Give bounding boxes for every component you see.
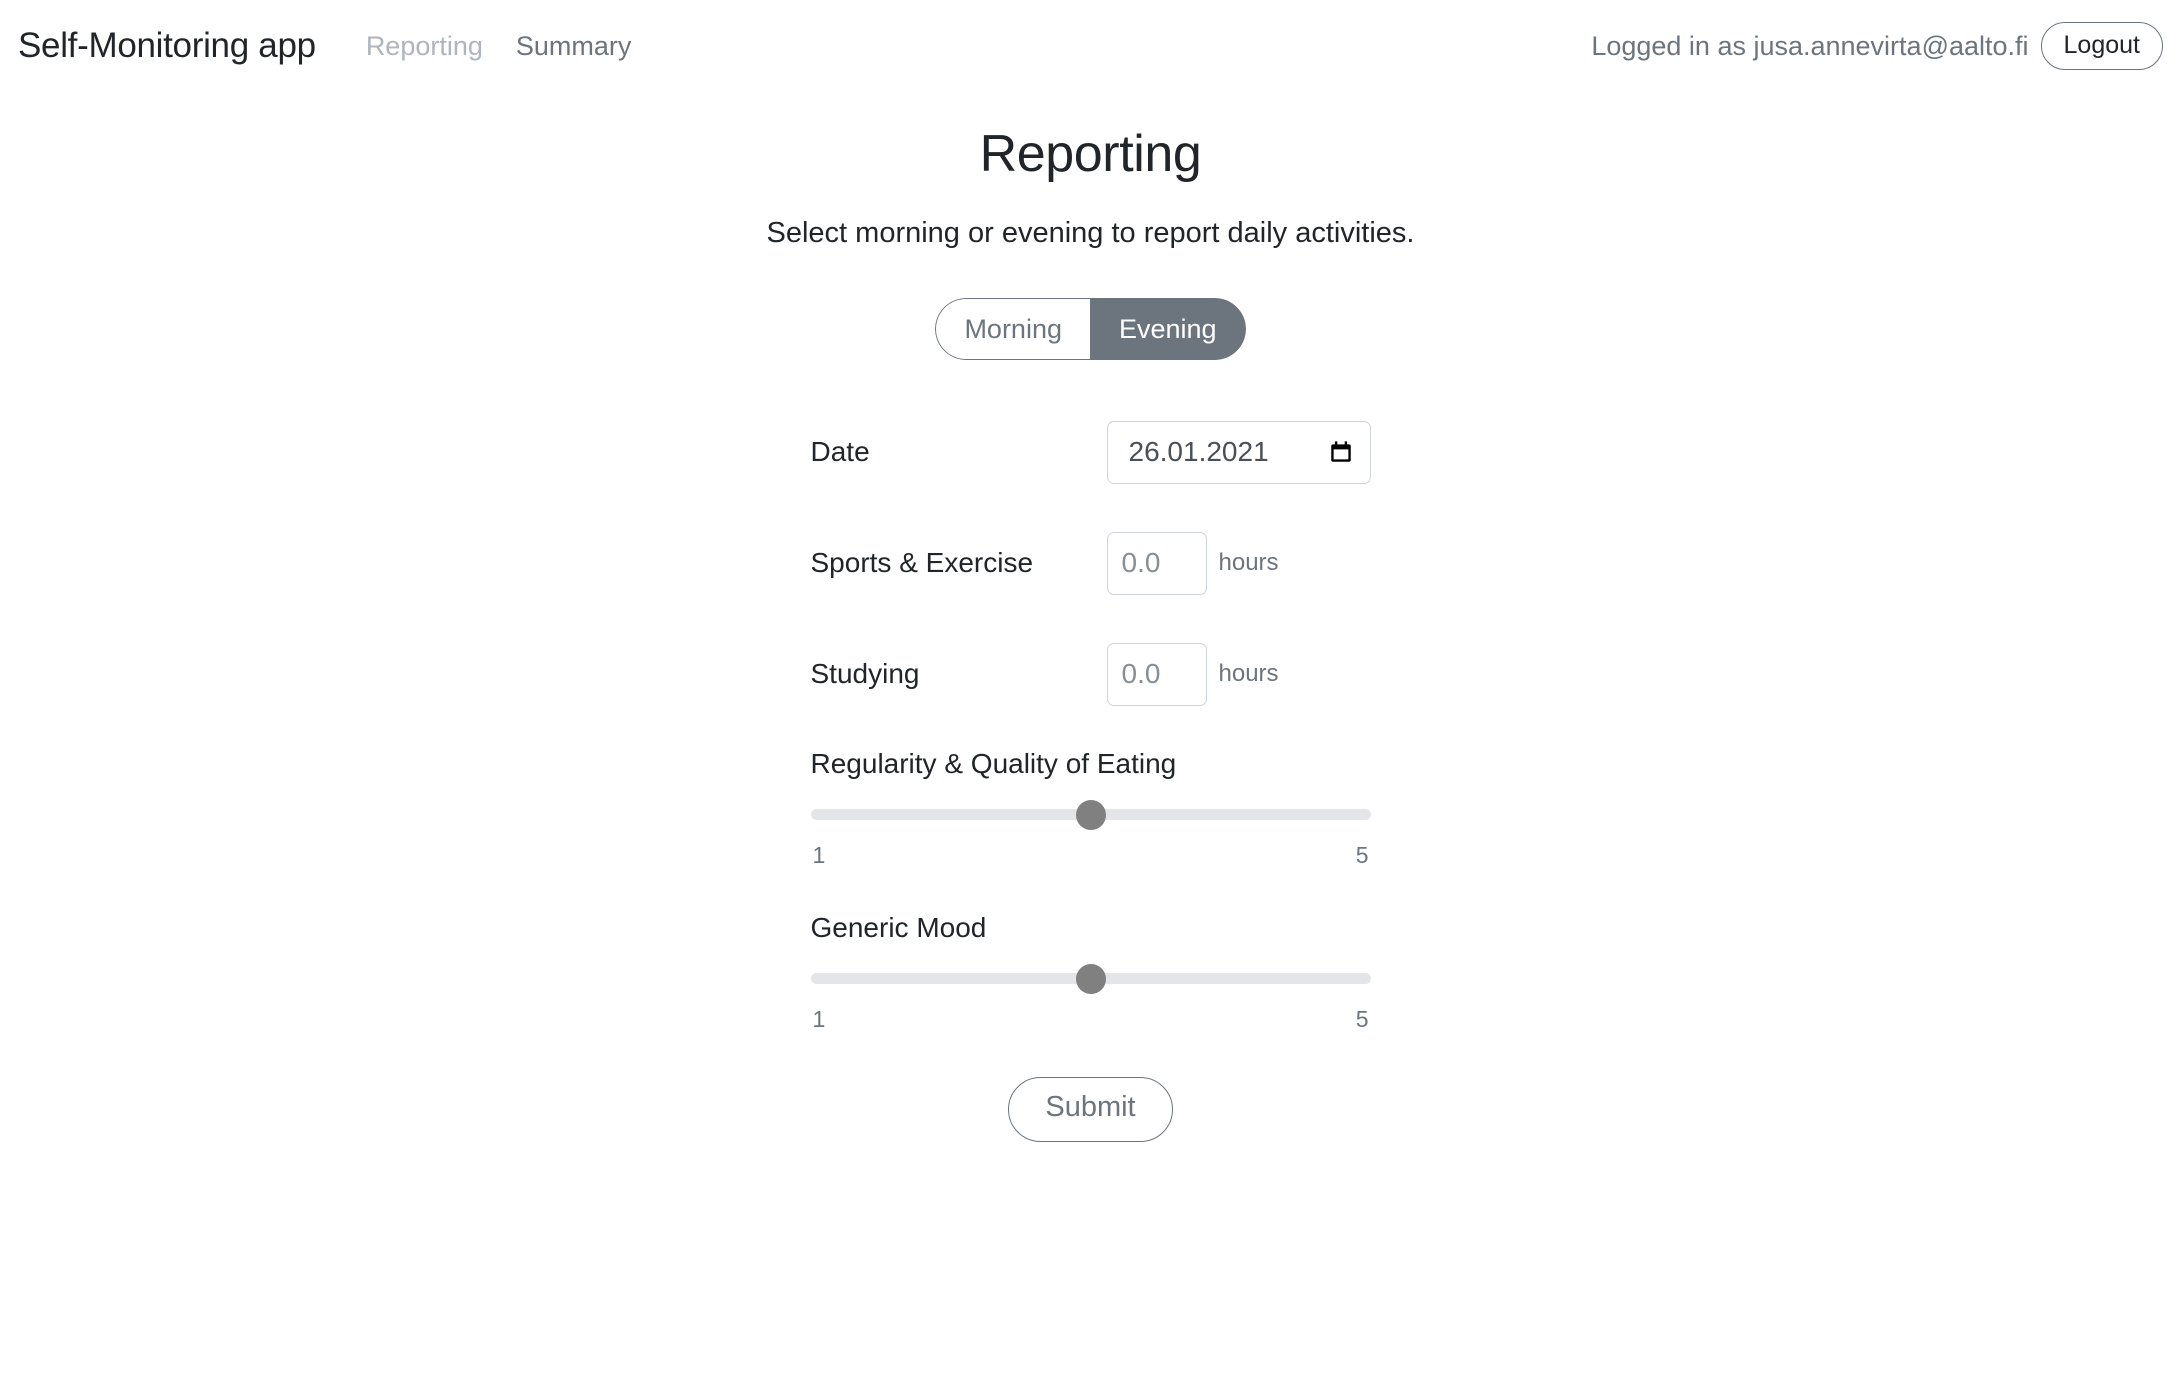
reporting-form: Date 26.01.2021 Sports & Exercise 0.0 ho… xyxy=(810,416,1371,1142)
field-row-studying: Studying 0.0 hours xyxy=(811,638,1371,710)
page-title: Reporting xyxy=(979,125,1202,183)
studying-unit: hours xyxy=(1218,660,1279,688)
nav-right-group: Logged in as jusa.annevirta@aalto.fi Log… xyxy=(1591,21,2163,71)
studying-input[interactable]: 0.0 xyxy=(1106,642,1207,706)
logged-in-status: Logged in as jusa.annevirta@aalto.fi xyxy=(1591,30,2029,61)
sports-label: Sports & Exercise xyxy=(810,547,1034,579)
toggle-option-morning[interactable]: Morning xyxy=(935,298,1090,361)
mood-slider-thumb[interactable] xyxy=(1075,963,1106,994)
eating-slider-min: 1 xyxy=(812,841,826,868)
mood-slider-scale: 1 5 xyxy=(811,1006,1371,1033)
sports-placeholder: 0.0 xyxy=(1121,547,1161,579)
sports-unit: hours xyxy=(1218,549,1279,577)
calendar-icon[interactable] xyxy=(1328,439,1354,465)
submit-button[interactable]: Submit xyxy=(1008,1076,1173,1142)
eating-slider-max: 5 xyxy=(1355,841,1369,868)
studying-placeholder: 0.0 xyxy=(1121,658,1161,690)
submit-row: Submit xyxy=(811,1076,1371,1142)
nav-links: Reporting Summary xyxy=(366,31,632,62)
eating-slider-thumb[interactable] xyxy=(1075,799,1106,830)
app-brand: Self-Monitoring app xyxy=(18,26,316,65)
field-row-date: Date 26.01.2021 xyxy=(811,416,1371,488)
eating-slider-scale: 1 5 xyxy=(811,842,1371,869)
field-row-sports: Sports & Exercise 0.0 hours xyxy=(811,527,1371,599)
date-value: 26.01.2021 xyxy=(1128,436,1269,468)
top-navbar: Self-Monitoring app Reporting Summary Lo… xyxy=(0,0,2181,92)
nav-link-summary[interactable]: Summary xyxy=(516,31,632,62)
eating-slider[interactable] xyxy=(810,799,1371,830)
date-label: Date xyxy=(810,436,870,468)
eating-slider-label: Regularity & Quality of Eating xyxy=(810,748,1177,780)
logout-button[interactable]: Logout xyxy=(2040,21,2163,71)
reporting-page: Reporting Select morning or evening to r… xyxy=(0,92,2181,1142)
page-subtitle: Select morning or evening to report dail… xyxy=(766,217,1415,250)
time-of-day-toggle[interactable]: Morning Evening xyxy=(935,298,1246,361)
nav-link-reporting[interactable]: Reporting xyxy=(366,31,483,62)
studying-label: Studying xyxy=(810,658,920,690)
slider-block-mood: Generic Mood 1 5 xyxy=(810,911,1371,1033)
toggle-option-evening[interactable]: Evening xyxy=(1089,298,1246,361)
sports-input[interactable]: 0.0 xyxy=(1106,531,1207,595)
mood-slider-label: Generic Mood xyxy=(810,911,987,943)
mood-slider-max: 5 xyxy=(1355,1005,1369,1032)
mood-slider[interactable] xyxy=(810,963,1371,994)
slider-block-eating: Regularity & Quality of Eating 1 5 xyxy=(810,748,1371,869)
mood-slider-min: 1 xyxy=(812,1005,826,1032)
date-input[interactable]: 26.01.2021 xyxy=(1106,420,1371,484)
